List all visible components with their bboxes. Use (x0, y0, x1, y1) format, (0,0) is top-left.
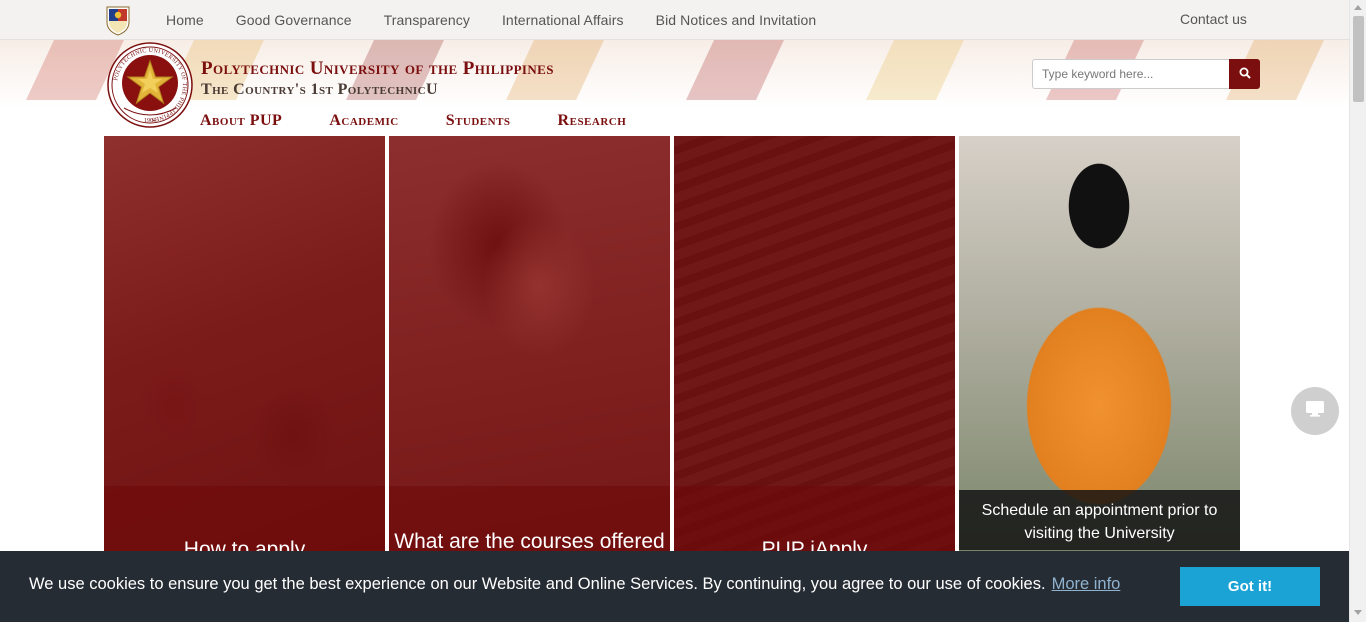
topnav-transparency[interactable]: Transparency (368, 12, 486, 28)
topnav-good-governance[interactable]: Good Governance (220, 12, 368, 28)
cookie-accept-button[interactable]: Got it! (1180, 567, 1320, 606)
scrollbar-thumb[interactable] (1353, 16, 1364, 102)
topnav-international-affairs[interactable]: International Affairs (486, 12, 640, 28)
nav-about-pup[interactable]: About PUP (200, 112, 282, 130)
scroll-up-icon[interactable] (1354, 5, 1362, 10)
tile-how-to-apply[interactable]: How to apply (104, 136, 385, 622)
tile-schedule-appointment[interactable]: Schedule an appointment prior to visitin… (959, 136, 1240, 622)
nav-academic[interactable]: Academic (329, 112, 398, 130)
contact-us-link[interactable]: Contact us (1180, 11, 1247, 27)
search-input[interactable] (1032, 59, 1229, 89)
main-navigation: About PUP Academic Students Research (200, 112, 673, 130)
cookie-message: We use cookies to ensure you get the bes… (29, 575, 1046, 593)
government-seal-icon[interactable] (104, 4, 132, 36)
university-tagline: The Country's 1st PolytechnicU (201, 81, 438, 98)
cookie-message-wrap: We use cookies to ensure you get the bes… (29, 575, 1120, 594)
cookie-more-info-link[interactable]: More info (1052, 575, 1121, 593)
accessibility-monitor-button[interactable] (1291, 387, 1339, 435)
monitor-icon (1305, 400, 1325, 423)
search-box (1032, 59, 1260, 89)
search-icon (1239, 67, 1251, 82)
scroll-down-icon[interactable] (1354, 610, 1362, 615)
nav-students[interactable]: Students (446, 112, 511, 130)
cookie-consent-bar: We use cookies to ensure you get the bes… (0, 551, 1349, 622)
search-button[interactable] (1229, 59, 1260, 89)
page-scrollbar[interactable] (1349, 0, 1366, 622)
topnav-bid-notices[interactable]: Bid Notices and Invitation (640, 12, 833, 28)
top-navigation: Home Good Governance Transparency Intern… (150, 0, 832, 40)
tile-caption: Schedule an appointment prior to visitin… (981, 502, 1218, 542)
nav-research[interactable]: Research (558, 112, 627, 130)
university-name: Polytechnic University of the Philippine… (201, 58, 554, 79)
university-logo[interactable]: POLYTECHNIC UNIVERSITY OF THE PHILIPPINE… (107, 42, 193, 128)
tile-courses-offered[interactable]: What are the courses offered (389, 136, 670, 622)
topnav-home[interactable]: Home (150, 12, 220, 28)
tile-pup-iapply[interactable]: PUP iApply (674, 136, 955, 622)
logo-year: 1904 (144, 118, 156, 124)
